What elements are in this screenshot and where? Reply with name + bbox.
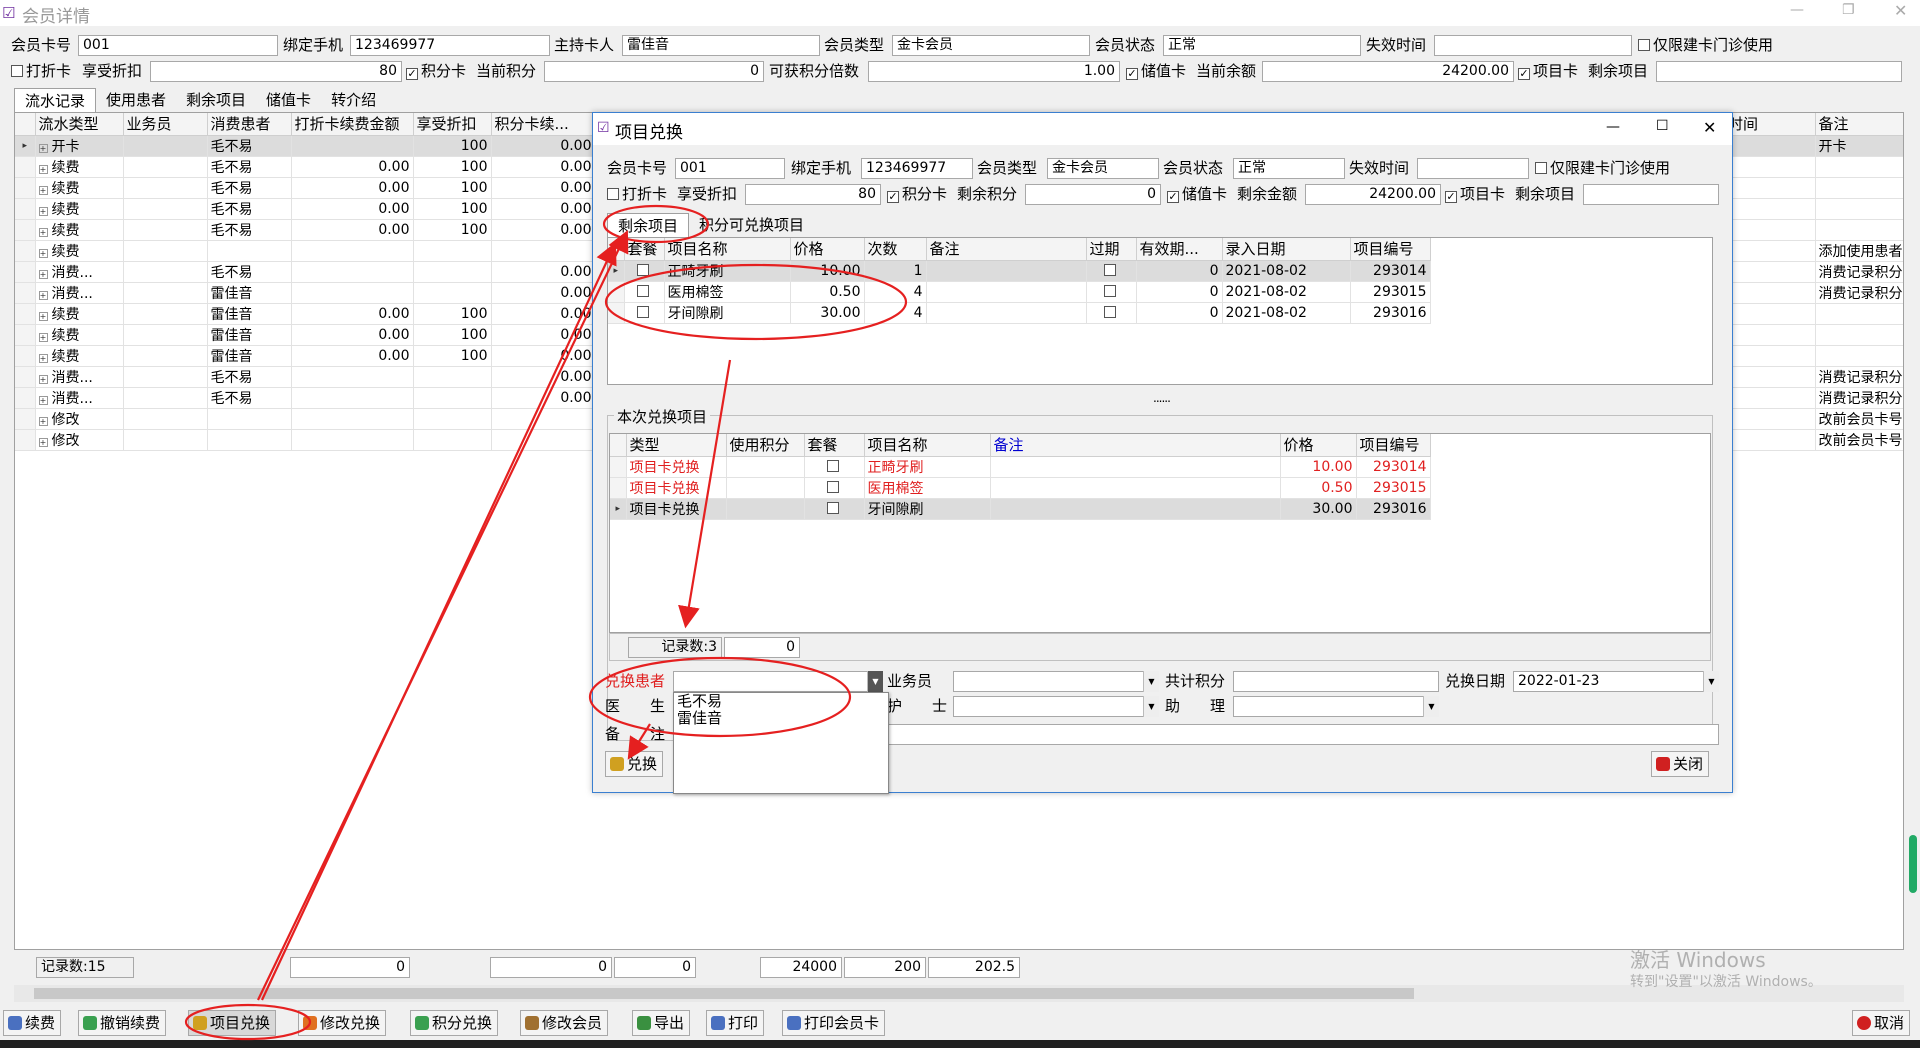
annotation-arrow-3 bbox=[678, 359, 732, 629]
annotation-arrow-2 bbox=[261, 242, 617, 1001]
annotation-overlay bbox=[184, 204, 908, 1041]
annotation-circle-patient bbox=[588, 656, 852, 738]
annotation-circle-tab bbox=[602, 204, 710, 244]
annotation-circle-items bbox=[604, 263, 908, 341]
annotation-circle-button bbox=[184, 1003, 312, 1041]
